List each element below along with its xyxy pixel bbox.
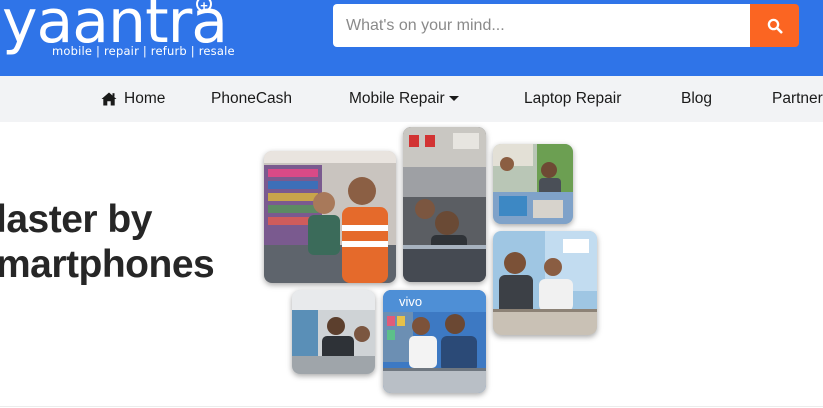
- nav-item-label: Partner: [772, 90, 823, 107]
- store-photo-2: [403, 127, 486, 282]
- main-nav: Home PhoneCash Mobile Repair Laptop Repa…: [0, 76, 823, 122]
- nav-item-label: Laptop Repair: [524, 90, 622, 107]
- home-icon: [101, 92, 117, 106]
- search-button[interactable]: [750, 4, 799, 47]
- nav-item-laptop-repair[interactable]: Laptop Repair: [524, 76, 621, 122]
- site-header: yaantra + mobile | repair | refurb | res…: [0, 0, 823, 76]
- store-photo-3: [493, 144, 573, 224]
- svg-text:vivo: vivo: [399, 294, 422, 309]
- nav-item-partner[interactable]: Partner: [772, 76, 823, 122]
- store-photo-4: [493, 231, 597, 335]
- store-photo-5: [292, 290, 375, 374]
- nav-item-label: Mobile Repair: [349, 90, 445, 107]
- nav-item-blog[interactable]: Blog: [681, 76, 712, 122]
- store-photo-1: [264, 151, 396, 283]
- nav-item-label: Blog: [681, 90, 713, 107]
- caret-down-icon: [448, 95, 459, 101]
- search-icon: [767, 18, 782, 33]
- nav-item-label: Home: [124, 90, 166, 107]
- nav-item-mobile-repair[interactable]: Mobile Repair: [349, 76, 459, 122]
- nav-item-home[interactable]: Home: [101, 76, 165, 122]
- hero-headline-line1: laster by: [0, 198, 152, 241]
- nav-item-phonecash[interactable]: PhoneCash: [211, 76, 292, 122]
- logo-tagline: mobile | repair | refurb | resale: [52, 44, 235, 58]
- hero-headline-line2: martphones: [0, 243, 215, 286]
- search-bar: [333, 4, 799, 47]
- divider: [0, 406, 823, 407]
- nav-item-label: PhoneCash: [211, 90, 293, 107]
- search-input[interactable]: [333, 4, 750, 47]
- hero-banner: laster by martphones vivo: [0, 122, 823, 408]
- store-photo-6: vivo: [383, 290, 486, 393]
